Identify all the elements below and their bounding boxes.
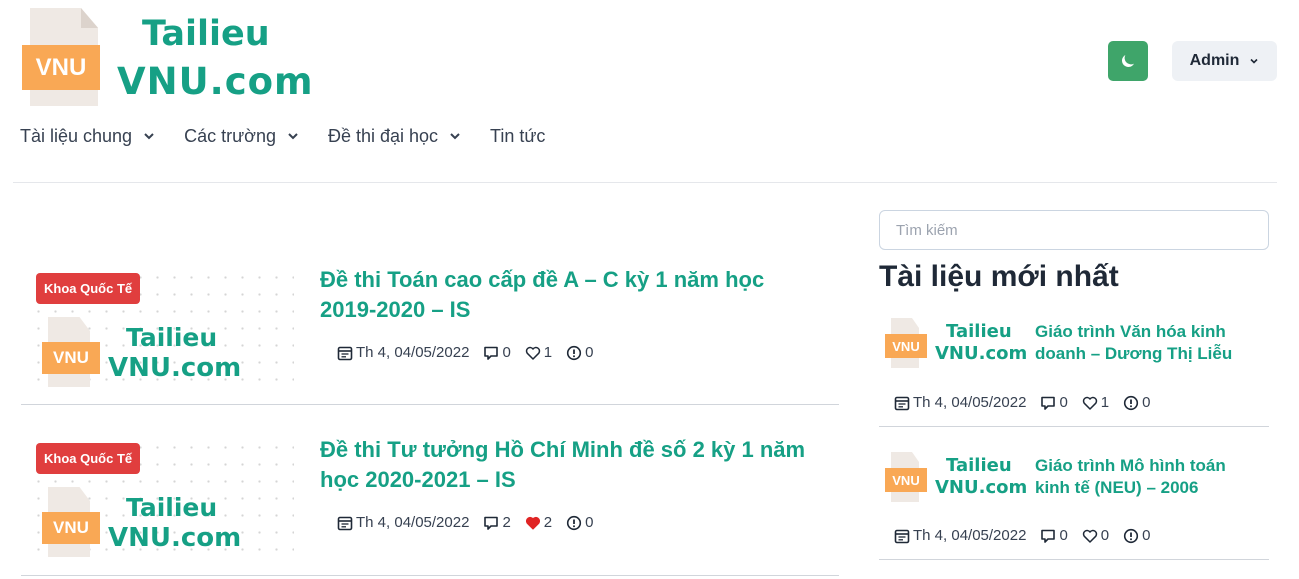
- alert-circle-icon: [567, 345, 582, 360]
- nav-item-tin-tuc[interactable]: Tin tức: [490, 122, 545, 150]
- post-meta: Th 4, 04/05/2022 2 2 0: [337, 514, 607, 531]
- logo-text-line1: Tailieu: [126, 323, 218, 352]
- chevron-down-icon: [1250, 58, 1258, 64]
- post-title-link[interactable]: Đề thi Toán cao cấp đề A – C kỳ 1 năm họ…: [320, 265, 820, 325]
- alert-circle-icon: [1124, 395, 1139, 410]
- sidebar-doc-thumbnail[interactable]: VNU Tailieu VNU.com: [882, 316, 1032, 376]
- like-count[interactable]: 2: [525, 514, 552, 531]
- logo-text-line2: VNU.com: [117, 60, 314, 103]
- nav-item-de-thi-dai-hoc[interactable]: Đề thi đại học: [328, 122, 490, 150]
- chevron-down-icon: [288, 133, 298, 140]
- comment-count[interactable]: 0: [1040, 394, 1068, 411]
- nav-item-label: Các trường: [184, 125, 276, 146]
- heart-icon: [525, 346, 540, 360]
- logo-text-line1: Tailieu: [946, 321, 1012, 342]
- calendar-icon: [337, 516, 353, 530]
- search-input[interactable]: [879, 210, 1269, 250]
- logo-text-line2: VNU.com: [935, 343, 1028, 364]
- comment-icon: [1041, 396, 1056, 410]
- chevron-down-icon: [450, 133, 460, 140]
- chevron-down-icon: [144, 133, 154, 140]
- comment-icon: [484, 516, 499, 530]
- post-card: VNU Tailieu VNU.com Khoa Quốc Tế Đề thi …: [21, 265, 839, 405]
- sidebar-doc-item: VNU Tailieu VNU.com Giáo trình Mô hình t…: [879, 444, 1269, 560]
- user-menu-label: Admin: [1189, 52, 1240, 69]
- nav-item-label: Đề thi đại học: [327, 125, 439, 146]
- report-count[interactable]: 0: [1123, 527, 1150, 544]
- logo-vnu-badge: VNU: [42, 342, 100, 374]
- site-logo[interactable]: VNU Tailieu VNU.com: [20, 8, 313, 108]
- alert-circle-icon: [1124, 528, 1139, 543]
- post-date: Th 4, 04/05/2022: [337, 344, 469, 361]
- like-count[interactable]: 1: [525, 344, 552, 361]
- logo-vnu-badge: VNU: [885, 334, 927, 358]
- doc-date: Th 4, 04/05/2022: [894, 527, 1026, 544]
- moon-icon: [1122, 55, 1134, 67]
- user-menu-button[interactable]: Admin: [1172, 41, 1277, 81]
- post-meta: Th 4, 04/05/2022 0 1 0: [337, 344, 607, 361]
- like-count[interactable]: 0: [1082, 527, 1109, 544]
- sidebar-doc-item: VNU Tailieu VNU.com Giáo trình Văn hóa k…: [879, 310, 1269, 427]
- nav-item-cac-truong[interactable]: Các trường: [184, 122, 328, 150]
- alert-circle-icon: [567, 515, 582, 530]
- doc-meta: Th 4, 04/05/2022 0 1 0: [894, 394, 1164, 411]
- logo-vnu-badge: VNU: [885, 468, 927, 492]
- sidebar-doc-thumbnail[interactable]: VNU Tailieu VNU.com: [882, 450, 1032, 510]
- logo-text-line1: Tailieu: [142, 14, 270, 54]
- main-nav: Tài liệu chung Các trường Đề thi đại học…: [20, 122, 545, 150]
- comment-count[interactable]: 0: [483, 344, 511, 361]
- post-thumbnail[interactable]: VNU Tailieu VNU.com Khoa Quốc Tế: [26, 265, 294, 390]
- nav-item-label: Tin tức: [490, 125, 546, 146]
- nav-item-label: Tài liệu chung: [20, 125, 133, 146]
- report-count[interactable]: 0: [1123, 394, 1150, 411]
- like-count[interactable]: 1: [1082, 394, 1109, 411]
- report-count[interactable]: 0: [566, 344, 593, 361]
- report-count[interactable]: 0: [566, 514, 593, 531]
- logo-vnu-badge: VNU: [22, 45, 100, 90]
- logo-text-line2: VNU.com: [108, 353, 242, 383]
- sidebar-title: Tài liệu mới nhất: [879, 260, 1119, 293]
- comment-count[interactable]: 0: [1040, 527, 1068, 544]
- logo-text-line1: Tailieu: [946, 455, 1012, 476]
- comment-icon: [1041, 529, 1056, 543]
- category-badge[interactable]: Khoa Quốc Tế: [36, 443, 141, 474]
- heart-icon: [1082, 396, 1097, 410]
- category-badge[interactable]: Khoa Quốc Tế: [36, 273, 141, 304]
- sidebar-doc-title-link[interactable]: Giáo trình Mô hình toán kinh tế (NEU) – …: [1035, 455, 1265, 499]
- sidebar-doc-title-link[interactable]: Giáo trình Văn hóa kinh doanh – Dương Th…: [1035, 321, 1265, 365]
- heart-filled-icon: [525, 516, 540, 530]
- post-thumbnail[interactable]: VNU Tailieu VNU.com Khoa Quốc Tế: [26, 435, 294, 560]
- header-divider: [13, 182, 1277, 183]
- nav-item-tai-lieu-chung[interactable]: Tài liệu chung: [20, 122, 184, 150]
- comment-icon: [484, 346, 499, 360]
- comment-count[interactable]: 2: [483, 514, 511, 531]
- doc-date: Th 4, 04/05/2022: [894, 394, 1026, 411]
- post-date: Th 4, 04/05/2022: [337, 514, 469, 531]
- post-card: VNU Tailieu VNU.com Khoa Quốc Tế Đề thi …: [21, 435, 839, 576]
- logo-vnu-badge: VNU: [42, 512, 100, 544]
- calendar-icon: [894, 529, 910, 543]
- theme-toggle-button[interactable]: [1108, 41, 1148, 81]
- calendar-icon: [894, 396, 910, 410]
- logo-text-line2: VNU.com: [108, 523, 242, 553]
- logo-text-line1: Tailieu: [126, 493, 218, 522]
- doc-meta: Th 4, 04/05/2022 0 0 0: [894, 527, 1164, 544]
- logo-text-line2: VNU.com: [935, 477, 1028, 498]
- calendar-icon: [337, 346, 353, 360]
- post-title-link[interactable]: Đề thi Tư tưởng Hồ Chí Minh đề số 2 kỳ 1…: [320, 435, 820, 495]
- heart-icon: [1082, 529, 1097, 543]
